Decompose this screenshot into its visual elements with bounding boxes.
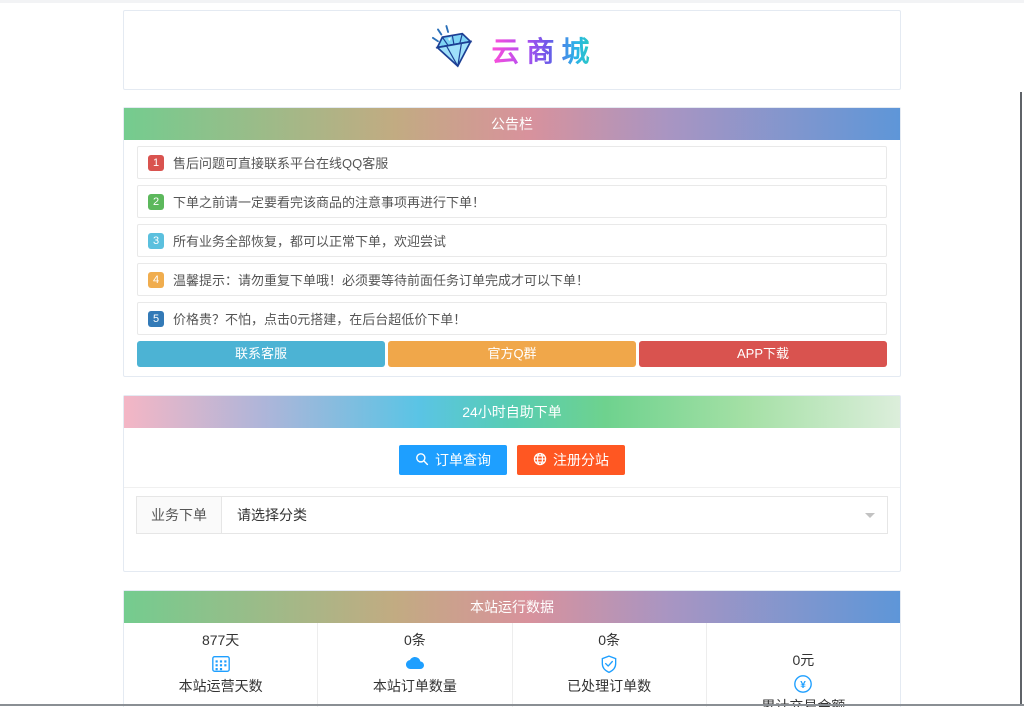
stat-value: 0条 <box>318 630 511 650</box>
search-icon <box>415 452 429 469</box>
svg-text:¥: ¥ <box>801 680 807 691</box>
order-query-button[interactable]: 订单查询 <box>399 445 507 475</box>
stat-value: 0元 <box>707 650 900 670</box>
globe-icon <box>533 452 547 469</box>
stat-total-amount: 0元 ¥ 累计交易金额 <box>706 623 900 707</box>
register-substation-button[interactable]: 注册分站 <box>517 445 625 475</box>
stat-running-days: 877天 本站运营天数 <box>124 623 317 707</box>
announcement-header: 公告栏 <box>124 108 900 140</box>
window-top-strip <box>0 0 1024 3</box>
stat-value: 0条 <box>513 630 706 650</box>
stat-label: 本站订单数量 <box>318 676 511 696</box>
yen-circle-icon: ¥ <box>707 674 900 694</box>
contact-support-button[interactable]: 联系客服 <box>137 341 385 367</box>
category-select[interactable]: 请选择分类 <box>222 496 888 534</box>
business-order-form-row: 业务下单 请选择分类 <box>136 496 888 534</box>
site-stats-header: 本站运行数据 <box>124 591 900 623</box>
chevron-down-icon <box>865 513 875 523</box>
divider <box>124 487 900 488</box>
announcement-number-badge: 5 <box>148 311 164 327</box>
announcement-text: 售后问题可直接联系平台在线QQ客服 <box>173 153 388 172</box>
announcement-item: 2 下单之前请一定要看完该商品的注意事项再进行下单！ <box>137 185 887 218</box>
stat-label: 本站运营天数 <box>124 676 317 696</box>
register-substation-label: 注册分站 <box>553 450 609 470</box>
stat-value-wrap <box>707 630 900 650</box>
stats-row: 877天 本站运营天数 0条 <box>124 623 900 707</box>
site-logo[interactable]: 云商城 <box>427 24 596 77</box>
announcement-body: 1 售后问题可直接联系平台在线QQ客服 2 下单之前请一定要看完该商品的注意事项… <box>124 140 900 376</box>
diamond-logo-icon <box>427 24 481 77</box>
announcement-text: 下单之前请一定要看完该商品的注意事项再进行下单！ <box>173 192 485 211</box>
page-container: 云商城 公告栏 1 售后问题可直接联系平台在线QQ客服 2 下单之前请一定要看完… <box>123 10 901 707</box>
announcement-item: 3 所有业务全部恢复，都可以正常下单，欢迎尝试 <box>137 224 887 257</box>
stat-order-count: 0条 本站订单数量 <box>317 623 511 707</box>
site-stats-card: 本站运行数据 877天 本站运营天数 0条 <box>123 590 901 707</box>
window-right-edge <box>1020 92 1022 705</box>
announcement-item: 5 价格贵？不怕，点击0元搭建，在后台超低价下单！ <box>137 302 887 335</box>
category-select-value: 请选择分类 <box>237 505 307 525</box>
cloud-icon <box>318 654 511 674</box>
header-card: 云商城 <box>123 10 901 90</box>
announcement-number-badge: 3 <box>148 233 164 249</box>
stat-value: 877天 <box>124 630 317 650</box>
site-title: 云商城 <box>491 30 596 70</box>
announcement-item: 4 温馨提示：请勿重复下单哦！必须要等待前面任务订单完成才可以下单！ <box>137 263 887 296</box>
announcement-card: 公告栏 1 售后问题可直接联系平台在线QQ客服 2 下单之前请一定要看完该商品的… <box>123 107 901 377</box>
self-order-card: 24小时自助下单 订单查询 <box>123 395 901 572</box>
announcement-number-badge: 1 <box>148 155 164 171</box>
stat-processed-orders: 0条 已处理订单数 <box>512 623 706 707</box>
calendar-icon <box>124 654 317 674</box>
business-order-label: 业务下单 <box>136 496 222 534</box>
announcement-item: 1 售后问题可直接联系平台在线QQ客服 <box>137 146 887 179</box>
announcement-button-row: 联系客服 官方Q群 APP下载 <box>137 341 887 367</box>
announcement-text: 所有业务全部恢复，都可以正常下单，欢迎尝试 <box>173 231 446 250</box>
shield-check-icon <box>513 654 706 674</box>
announcement-number-badge: 4 <box>148 272 164 288</box>
window-bottom-edge <box>0 704 1024 706</box>
official-qq-group-button[interactable]: 官方Q群 <box>388 341 636 367</box>
stat-label: 已处理订单数 <box>513 676 706 696</box>
self-order-header: 24小时自助下单 <box>124 396 900 428</box>
app-download-button[interactable]: APP下载 <box>639 341 887 367</box>
announcement-text: 温馨提示：请勿重复下单哦！必须要等待前面任务订单完成才可以下单！ <box>173 270 589 289</box>
order-query-label: 订单查询 <box>435 450 491 470</box>
announcement-number-badge: 2 <box>148 194 164 210</box>
announcement-text: 价格贵？不怕，点击0元搭建，在后台超低价下单！ <box>173 309 466 328</box>
order-button-row: 订单查询 注册分站 <box>124 445 900 475</box>
